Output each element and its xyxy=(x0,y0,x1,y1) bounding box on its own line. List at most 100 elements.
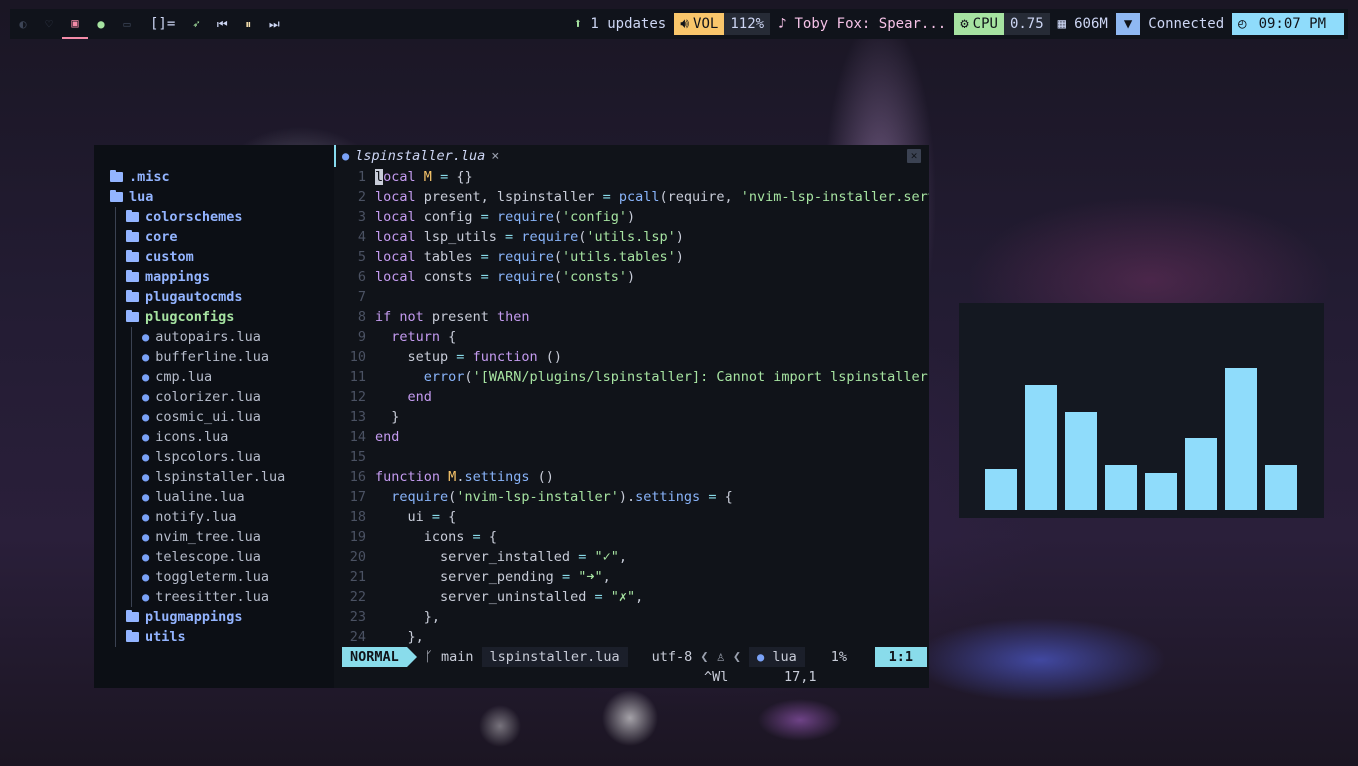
line-text: end xyxy=(375,387,432,407)
code-line[interactable]: 18 ui = { xyxy=(334,507,929,527)
tree-item-label: colorizer.lua xyxy=(155,389,261,405)
code-line[interactable]: 8 if not present then xyxy=(334,307,929,327)
network-status[interactable]: Connected xyxy=(1140,9,1232,39)
code-token: = xyxy=(480,249,489,265)
code-line[interactable]: 4 local lsp_utils = require('utils.lsp') xyxy=(334,227,929,247)
code-token: }, xyxy=(375,609,441,625)
updates-module[interactable]: ⬆ 1 updates xyxy=(566,9,674,39)
clock[interactable]: 09:07 PM xyxy=(1252,13,1344,35)
line-number: 9 xyxy=(357,329,366,345)
line-text: if not present then xyxy=(375,307,529,327)
code-line[interactable]: 14 end xyxy=(334,427,929,447)
code-token: config xyxy=(415,209,481,225)
tree-file[interactable]: ● lspinstaller.lua xyxy=(142,467,285,487)
workspace-terminal-icon[interactable]: ▣ xyxy=(62,9,88,39)
code-token: ). xyxy=(618,489,636,505)
tree-file[interactable]: ● telescope.lua xyxy=(142,547,261,567)
tree-dir-plugconfigs[interactable]: plugconfigs xyxy=(126,307,234,327)
line-number: 3 xyxy=(357,209,366,225)
tree-dir-colorschemes[interactable]: colorschemes xyxy=(126,207,243,227)
tree-dir-plugmappings[interactable]: plugmappings xyxy=(126,607,243,627)
code-line[interactable]: 9 return { xyxy=(334,327,929,347)
line-text: icons = { xyxy=(375,527,497,547)
code-line[interactable]: 1 local M = {} xyxy=(334,167,929,187)
code-line[interactable]: 10 setup = function () xyxy=(334,347,929,367)
tree-dir-plugautocmds[interactable]: plugautocmds xyxy=(126,287,243,307)
tree-file[interactable]: ● lspcolors.lua xyxy=(142,447,261,467)
code-line[interactable]: 23 }, xyxy=(334,607,929,627)
now-playing[interactable]: ♪ Toby Fox: Spear... xyxy=(770,9,954,39)
line-number: 24 xyxy=(349,629,366,645)
tree-file[interactable]: ● cosmic_ui.lua xyxy=(142,407,261,427)
code-line[interactable]: 5 local tables = require('utils.tables') xyxy=(334,247,929,267)
layout-indicator[interactable]: []= xyxy=(140,9,183,39)
tree-file[interactable]: ● notify.lua xyxy=(142,507,237,527)
tree-file[interactable]: ● colorizer.lua xyxy=(142,387,261,407)
tree-dir-misc[interactable]: .misc xyxy=(110,167,170,187)
code-token: 'nvim-lsp-installer' xyxy=(456,489,619,505)
workspace-moon-icon[interactable]: ◐ xyxy=(10,9,36,39)
code-line[interactable]: 20 server_installed = "✓", xyxy=(334,547,929,567)
status-percent: 1% xyxy=(830,649,848,665)
code-editor[interactable]: 1 local M = {} 2 local present, lspinstalle… xyxy=(334,167,929,647)
tree-file[interactable]: ● toggleterm.lua xyxy=(142,567,269,587)
status-encoding: utf-8 ❮ ♙ ❮ xyxy=(644,647,749,667)
code-line[interactable]: 19 icons = { xyxy=(334,527,929,547)
code-token: present xyxy=(423,309,497,325)
code-line[interactable]: 12 end xyxy=(334,387,929,407)
tree-dir-custom[interactable]: custom xyxy=(126,247,194,267)
tree-file[interactable]: ● cmp.lua xyxy=(142,367,212,387)
code-line[interactable]: 6 local consts = require('consts') xyxy=(334,267,929,287)
tree-file[interactable]: ● autopairs.lua xyxy=(142,327,261,347)
code-line[interactable]: 3 local config = require('config') xyxy=(334,207,929,227)
next-icon[interactable]: ⏭ xyxy=(261,9,287,39)
memory-module[interactable]: ▦ 606M xyxy=(1050,9,1116,39)
code-line[interactable]: 15 xyxy=(334,447,929,467)
tree-file[interactable]: ● treesitter.lua xyxy=(142,587,269,607)
code-line[interactable]: 2 local present, lspinstaller = pcall(req… xyxy=(334,187,929,207)
command-line[interactable]: ^Wl 17,1 xyxy=(342,667,927,687)
tree-file[interactable]: ● bufferline.lua xyxy=(142,347,269,367)
rocket-icon[interactable]: ➶ xyxy=(183,9,209,39)
tree-file[interactable]: ● icons.lua xyxy=(142,427,228,447)
code-line[interactable]: 17 require('nvim-lsp-installer').setting… xyxy=(334,487,929,507)
pause-icon[interactable]: ⏸ xyxy=(235,9,261,39)
code-line[interactable]: 16 function M.settings () xyxy=(334,467,929,487)
close-window-icon[interactable]: ✕ xyxy=(907,149,921,163)
line-text: }, xyxy=(375,607,440,627)
workspace-window-icon[interactable]: ▭ xyxy=(114,9,140,39)
tab-close-icon[interactable]: × xyxy=(491,148,499,164)
cpu-label-pill[interactable]: ⚙ CPU xyxy=(954,13,1004,35)
volume-value[interactable]: 112% xyxy=(724,13,771,35)
memory-icon: ▦ xyxy=(1057,16,1067,32)
line-number: 11 xyxy=(349,369,366,385)
code-token: server_pending xyxy=(375,569,562,585)
code-token: not xyxy=(399,309,424,325)
code-line[interactable]: 7 xyxy=(334,287,929,307)
line-number: 4 xyxy=(357,229,366,245)
tab-lspinstaller[interactable]: ● lspinstaller.lua × xyxy=(334,145,505,167)
code-line[interactable]: 21 server_pending = "➜", xyxy=(334,567,929,587)
code-line[interactable]: 24 }, xyxy=(334,627,929,647)
tree-dir-lua[interactable]: lua xyxy=(110,187,153,207)
cpu-value[interactable]: 0.75 xyxy=(1003,13,1050,35)
code-line[interactable]: 13 } xyxy=(334,407,929,427)
workspace-spotify-icon[interactable]: ● xyxy=(88,9,114,39)
code-line[interactable]: 22 server_uninstalled = "✗", xyxy=(334,587,929,607)
tree-dir-core[interactable]: core xyxy=(126,227,178,247)
clock-icon: ◴ xyxy=(1232,13,1253,35)
tree-file[interactable]: ● nvim_tree.lua xyxy=(142,527,261,547)
tree-file[interactable]: ● lualine.lua xyxy=(142,487,245,507)
workspace-heart-icon[interactable]: ♡ xyxy=(36,9,62,39)
previous-icon[interactable]: ⏮ xyxy=(209,9,235,39)
line-text: local config = require('config') xyxy=(375,207,635,227)
updates-text: 1 updates xyxy=(590,16,667,32)
code-line[interactable]: 11 error('[WARN/plugins/lspinstaller]: C… xyxy=(334,367,929,387)
volume-label-pill[interactable]: 🔊︎ VOL xyxy=(674,13,725,35)
code-token: { xyxy=(440,509,457,525)
lua-file-icon: ● xyxy=(142,350,150,364)
tree-dir-utils[interactable]: utils xyxy=(126,627,186,647)
tree-dir-mappings[interactable]: mappings xyxy=(126,267,210,287)
indent-guide xyxy=(131,327,132,607)
